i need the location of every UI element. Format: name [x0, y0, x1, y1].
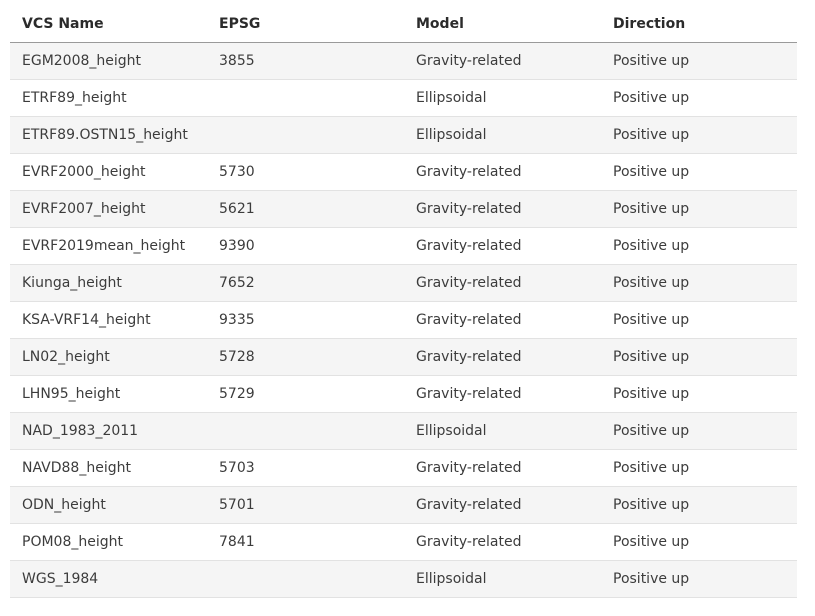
- table-body: EGM2008_height 3855 Gravity-related Positiv…: [10, 42, 797, 598]
- cell-direction: Positive up: [601, 227, 797, 265]
- cell-epsg: 5730: [207, 153, 404, 191]
- table-row: WGS_1984 Ellipsoidal Positive up: [10, 560, 797, 598]
- cell-model: Ellipsoidal: [404, 560, 601, 598]
- vcs-table-container: VCS Name EPSG Model Direction EGM2008_he…: [10, 5, 797, 598]
- cell-direction: Positive up: [601, 412, 797, 450]
- table-row: NAVD88_height 5703 Gravity-related Positive…: [10, 449, 797, 487]
- cell-model: Gravity-related: [404, 375, 601, 413]
- cell-direction: Positive up: [601, 153, 797, 191]
- cell-direction: Positive up: [601, 338, 797, 376]
- cell-vcs-name: KSA-VRF14_height: [10, 301, 207, 339]
- header-row: VCS Name EPSG Model Direction: [10, 5, 797, 43]
- cell-vcs-name: Kiunga_height: [10, 264, 207, 302]
- cell-vcs-name: WGS_1984: [10, 560, 207, 598]
- cell-epsg: [207, 560, 404, 598]
- cell-model: Gravity-related: [404, 449, 601, 487]
- cell-epsg: 9335: [207, 301, 404, 339]
- cell-vcs-name: ETRF89.OSTN15_height: [10, 116, 207, 154]
- cell-epsg: 9390: [207, 227, 404, 265]
- cell-direction: Positive up: [601, 560, 797, 598]
- cell-epsg: [207, 79, 404, 117]
- header-vcs-name: VCS Name: [10, 5, 207, 43]
- cell-direction: Positive up: [601, 375, 797, 413]
- cell-epsg: 3855: [207, 42, 404, 80]
- cell-vcs-name: ODN_height: [10, 486, 207, 524]
- table-row: ETRF89.OSTN15_height Ellipsoidal Positive …: [10, 116, 797, 154]
- cell-epsg: 7841: [207, 523, 404, 561]
- table-row: Kiunga_height 7652 Gravity-related Positive…: [10, 264, 797, 302]
- cell-vcs-name: POM08_height: [10, 523, 207, 561]
- cell-model: Ellipsoidal: [404, 412, 601, 450]
- table-row: EGM2008_height 3855 Gravity-related Positiv…: [10, 42, 797, 80]
- cell-model: Gravity-related: [404, 301, 601, 339]
- cell-epsg: [207, 116, 404, 154]
- cell-model: Gravity-related: [404, 42, 601, 80]
- cell-epsg: 5701: [207, 486, 404, 524]
- cell-direction: Positive up: [601, 42, 797, 80]
- table-row: EVRF2019mean_height 9390 Gravity-related Po…: [10, 227, 797, 265]
- cell-model: Gravity-related: [404, 153, 601, 191]
- cell-vcs-name: NAD_1983_2011: [10, 412, 207, 450]
- cell-model: Gravity-related: [404, 523, 601, 561]
- cell-epsg: 5729: [207, 375, 404, 413]
- cell-vcs-name: EVRF2000_height: [10, 153, 207, 191]
- cell-direction: Positive up: [601, 116, 797, 154]
- cell-model: Gravity-related: [404, 227, 601, 265]
- table-row: KSA-VRF14_height 9335 Gravity-related Posit…: [10, 301, 797, 339]
- cell-direction: Positive up: [601, 79, 797, 117]
- cell-direction: Positive up: [601, 301, 797, 339]
- cell-model: Gravity-related: [404, 486, 601, 524]
- cell-vcs-name: EGM2008_height: [10, 42, 207, 80]
- table-row: ETRF89_height Ellipsoidal Positive up: [10, 79, 797, 117]
- table-row: LHN95_height 5729 Gravity-related Positive …: [10, 375, 797, 413]
- cell-epsg: [207, 412, 404, 450]
- cell-model: Ellipsoidal: [404, 116, 601, 154]
- cell-vcs-name: ETRF89_height: [10, 79, 207, 117]
- cell-epsg: 5621: [207, 190, 404, 228]
- cell-epsg: 7652: [207, 264, 404, 302]
- header-model: Model: [404, 5, 601, 43]
- table-row: NAD_1983_2011 Ellipsoidal Positive up: [10, 412, 797, 450]
- cell-vcs-name: LN02_height: [10, 338, 207, 376]
- cell-direction: Positive up: [601, 486, 797, 524]
- cell-vcs-name: EVRF2019mean_height: [10, 227, 207, 265]
- cell-epsg: 5728: [207, 338, 404, 376]
- vcs-table: VCS Name EPSG Model Direction EGM2008_he…: [10, 5, 797, 598]
- cell-model: Gravity-related: [404, 264, 601, 302]
- table-row: POM08_height 7841 Gravity-related Positive …: [10, 523, 797, 561]
- table-header: VCS Name EPSG Model Direction: [10, 5, 797, 43]
- header-direction: Direction: [601, 5, 797, 43]
- table-row: LN02_height 5728 Gravity-related Positive u…: [10, 338, 797, 376]
- cell-direction: Positive up: [601, 190, 797, 228]
- header-epsg: EPSG: [207, 5, 404, 43]
- table-row: EVRF2007_height 5621 Gravity-related Positi…: [10, 190, 797, 228]
- cell-epsg: 5703: [207, 449, 404, 487]
- table-row: ODN_height 5701 Gravity-related Positive up: [10, 486, 797, 524]
- table-row: EVRF2000_height 5730 Gravity-related Positi…: [10, 153, 797, 191]
- cell-direction: Positive up: [601, 449, 797, 487]
- cell-model: Gravity-related: [404, 338, 601, 376]
- cell-vcs-name: LHN95_height: [10, 375, 207, 413]
- cell-direction: Positive up: [601, 264, 797, 302]
- cell-direction: Positive up: [601, 523, 797, 561]
- cell-model: Gravity-related: [404, 190, 601, 228]
- cell-vcs-name: NAVD88_height: [10, 449, 207, 487]
- cell-model: Ellipsoidal: [404, 79, 601, 117]
- cell-vcs-name: EVRF2007_height: [10, 190, 207, 228]
